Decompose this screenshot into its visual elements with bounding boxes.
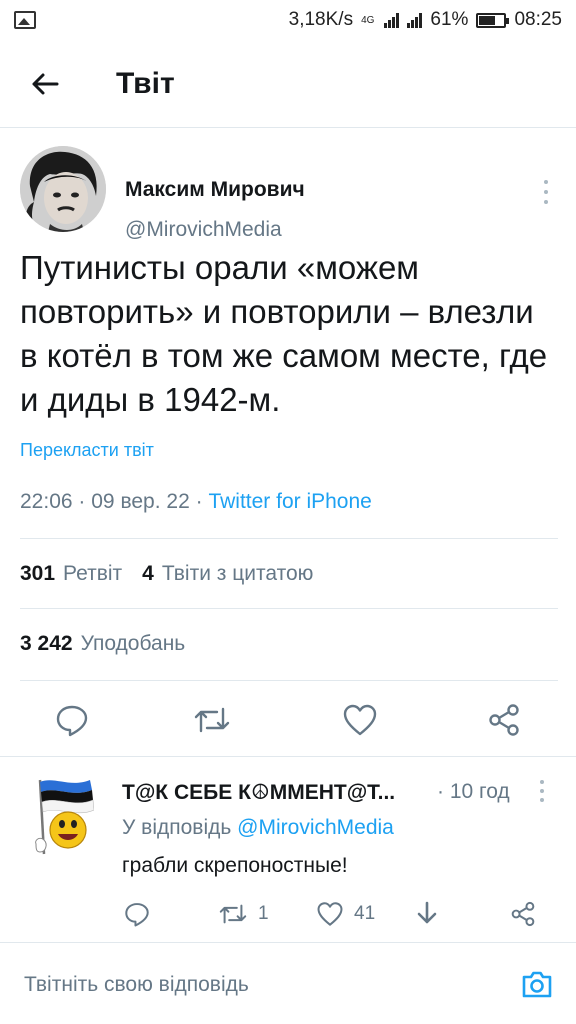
- meta-separator-2: ·: [195, 490, 203, 513]
- reply-tweet[interactable]: Т@К СЕБЕ К☮ММЕНТ@Т... · 10 год У відпові…: [0, 758, 576, 942]
- quotes-stat[interactable]: 4 Твіти з цитатою: [142, 562, 313, 586]
- reply-reply-button[interactable]: [124, 896, 150, 932]
- reply-like-count: 41: [354, 903, 376, 924]
- network-speed: 3,18K/s: [288, 9, 354, 30]
- likes-count: 3 242: [20, 632, 73, 655]
- battery-percent: 61%: [430, 9, 469, 30]
- reply-retweet-button[interactable]: 1: [218, 896, 269, 932]
- page-title: Твіт: [116, 66, 175, 100]
- reply-input[interactable]: Твітніть свою відповідь: [24, 973, 249, 997]
- tweet-actions: [0, 690, 576, 750]
- camera-button[interactable]: [520, 967, 554, 1001]
- retweet-button[interactable]: [192, 700, 232, 740]
- tweet-client-link[interactable]: Twitter for iPhone: [208, 490, 371, 513]
- like-stats: 3 242 Уподобань: [20, 632, 205, 656]
- clock: 08:25: [514, 9, 562, 30]
- reply-icon: [56, 705, 88, 737]
- reply-compose-bar: Твітніть свою відповідь: [0, 942, 576, 1024]
- divider: [20, 608, 558, 609]
- avatar[interactable]: [20, 146, 106, 232]
- reply-like-button[interactable]: 41: [316, 896, 375, 932]
- retweet-icon: [219, 904, 247, 924]
- more-options-button[interactable]: [540, 180, 552, 204]
- share-icon: [511, 901, 535, 927]
- meta-separator: ·: [78, 490, 86, 513]
- reply-prefix: У відповідь: [122, 816, 232, 839]
- retweets-stat[interactable]: 301 Ретвіт: [20, 562, 122, 586]
- divider: [20, 680, 558, 681]
- reply-avatar[interactable]: [30, 774, 95, 864]
- tweet-time: 22:06: [20, 490, 73, 513]
- retweet-stats: 301 Ретвіт 4 Твіти з цитатою: [20, 562, 333, 586]
- avatar-image: [20, 146, 106, 232]
- signal-icon: [384, 12, 400, 28]
- reply-download-button[interactable]: [414, 896, 440, 932]
- camera-icon: [522, 971, 552, 998]
- top-app-bar: Твіт: [0, 40, 576, 128]
- download-icon: [417, 901, 437, 924]
- estonian-flag-smiley-icon: [35, 779, 95, 855]
- divider: [20, 538, 558, 539]
- like-button[interactable]: [340, 700, 380, 740]
- reply-time: · 10 год: [437, 780, 510, 803]
- section-divider: [0, 756, 576, 757]
- reply-button[interactable]: [52, 700, 92, 740]
- reply-share-button[interactable]: [510, 896, 536, 932]
- reply-more-button[interactable]: [536, 780, 548, 802]
- tweet-text: Путинисты орали «можем повторить» и повт…: [20, 249, 548, 418]
- share-button[interactable]: [484, 700, 524, 740]
- retweet-icon: [194, 707, 230, 733]
- like-icon: [343, 704, 377, 736]
- status-bar: 3,18K/s 4G 61% 08:25: [0, 0, 576, 40]
- signal-icon-2: [407, 12, 423, 28]
- reply-icon: [125, 903, 149, 927]
- tweet-author: Максим Мирович @MirovichMedia: [20, 146, 560, 241]
- share-icon: [489, 704, 519, 736]
- reply-context: У відповідь @MirovichMedia: [122, 816, 394, 840]
- author-name[interactable]: Максим Мирович: [125, 178, 305, 202]
- retweets-label: Ретвіт: [63, 562, 123, 585]
- more-icon: [540, 780, 544, 784]
- quotes-label: Твіти з цитатою: [161, 562, 314, 585]
- reply-retweet-count: 1: [258, 903, 269, 924]
- battery-icon: [476, 12, 510, 28]
- reply-author-name[interactable]: Т@К СЕБЕ К☮ММЕНТ@Т...: [122, 780, 395, 805]
- image-icon: [14, 11, 36, 29]
- more-icon: [544, 180, 548, 184]
- back-arrow-icon: [32, 73, 59, 94]
- tweet-date: 09 вер. 22: [91, 490, 190, 513]
- retweets-count: 301: [20, 562, 56, 585]
- like-icon: [317, 902, 343, 926]
- likes-label: Уподобань: [80, 632, 186, 655]
- reply-text: грабли скрепоностные!: [122, 854, 348, 877]
- author-handle[interactable]: @MirovichMedia: [125, 218, 282, 242]
- reply-mention-link[interactable]: @MirovichMedia: [237, 816, 394, 839]
- network-type: 4G: [361, 14, 375, 26]
- back-button[interactable]: [0, 40, 90, 128]
- translate-link[interactable]: Перекласти твіт: [20, 440, 154, 461]
- reply-actions: 1 41: [0, 896, 576, 932]
- likes-stat[interactable]: 3 242 Уподобань: [20, 632, 185, 656]
- tweet-meta: 22:06 · 09 вер. 22 · Twitter for iPhone: [20, 490, 372, 514]
- quotes-count: 4: [142, 562, 154, 585]
